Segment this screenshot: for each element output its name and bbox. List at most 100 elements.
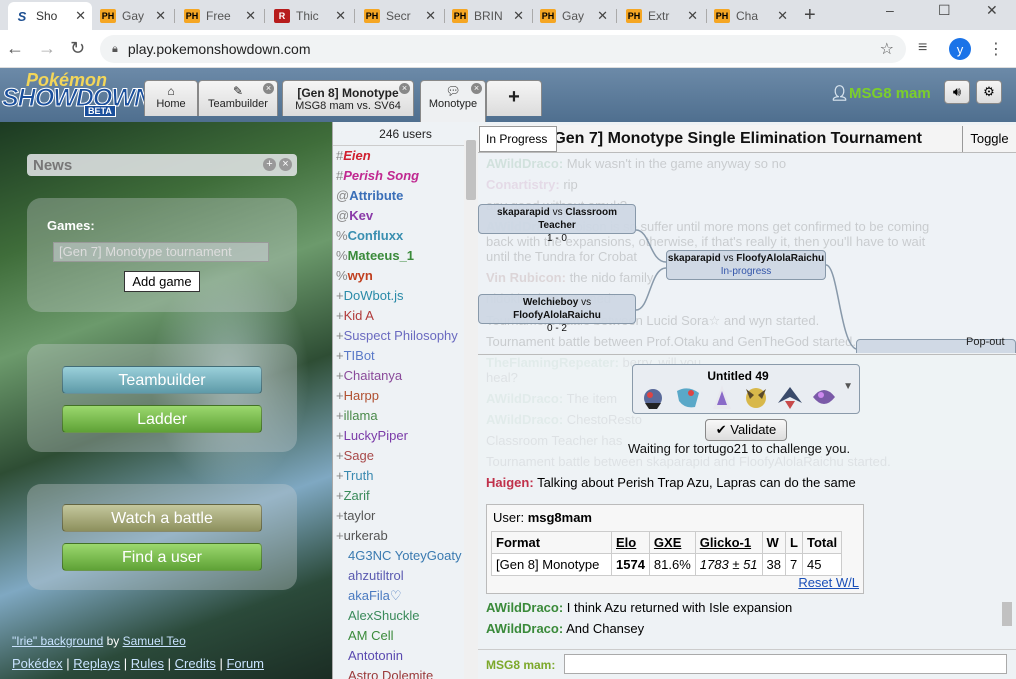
add-tab-button[interactable]: + (486, 80, 542, 116)
browser-tab[interactable]: PH Extr ✕ (620, 2, 704, 30)
profile-avatar[interactable]: y (949, 38, 971, 60)
userlist-scrollbar[interactable] (464, 140, 478, 679)
find-user-button[interactable]: Find a user (62, 543, 262, 571)
user-count[interactable]: 246 users (333, 122, 478, 146)
pokedex-link[interactable]: Pokédex (12, 656, 63, 671)
scrollbar-thumb[interactable] (466, 140, 476, 200)
close-icon[interactable]: ✕ (245, 8, 256, 24)
rules-link[interactable]: Rules (131, 656, 164, 671)
user-list-item[interactable]: %wyn (333, 266, 478, 286)
user-list-item[interactable]: +TIBot (333, 346, 478, 366)
user-list-item[interactable]: ahzutiltrol (333, 566, 478, 586)
teambuilder-button[interactable]: Teambuilder (62, 366, 262, 394)
media-queue-icon[interactable]: ≡ (918, 39, 927, 57)
close-icon[interactable]: ✕ (335, 8, 346, 24)
replays-link[interactable]: Replays (73, 656, 120, 671)
chat-username[interactable]: AWildDraco: (486, 600, 563, 615)
window-close-icon[interactable]: ✕ (986, 2, 998, 19)
browser-tab[interactable]: PH Gay ✕ (534, 2, 614, 30)
team-select[interactable]: Untitled 49 ▼ (632, 364, 860, 414)
chat-username[interactable]: AWildDraco: (486, 621, 563, 636)
user-list-item[interactable]: +Kid A (333, 306, 478, 326)
user-list-item[interactable]: +Chaitanya (333, 366, 478, 386)
browser-tab[interactable]: PH BRIN ✕ (446, 2, 530, 30)
close-icon[interactable]: ✕ (597, 8, 608, 24)
validate-button[interactable]: ✔ Validate (705, 419, 787, 441)
user-list-item[interactable]: AlexShuckle (333, 606, 478, 626)
background-credit-link[interactable]: "Irie" background (12, 634, 103, 648)
new-tab-button[interactable]: + (804, 4, 816, 27)
user-list-item[interactable]: %Mateeus_1 (333, 246, 478, 266)
games-select[interactable]: [Gen 7] Monotype tournament (53, 242, 269, 262)
user-list-item[interactable]: #Eien (333, 146, 478, 166)
minimize-icon[interactable]: – (886, 2, 894, 18)
close-icon[interactable]: ✕ (425, 8, 436, 24)
tab-monotype-room[interactable]: 💬︎ Monotype × (420, 80, 486, 122)
user-list-item[interactable]: akaFila♡ (333, 586, 478, 606)
watch-battle-button[interactable]: Watch a battle (62, 504, 262, 532)
credit-author-link[interactable]: Samuel Teo (123, 634, 186, 648)
credits-link[interactable]: Credits (175, 656, 216, 671)
kebab-menu-icon[interactable]: ⋮ (988, 39, 1004, 59)
browser-tab[interactable]: PH Gay ✕ (94, 2, 172, 30)
user-list-item[interactable]: +Zarif (333, 486, 478, 506)
bracket-match[interactable]: skaparapid vs Classroom Teacher 1 - 0 (478, 204, 636, 244)
bracket-match-current[interactable]: skaparapid vs FloofyAlolaRaichu In-progr… (666, 250, 826, 280)
browser-tab-showdown[interactable]: S Sho ✕ (8, 2, 92, 30)
user-list-item[interactable]: +DoWbot.js (333, 286, 478, 306)
add-game-button[interactable]: Add game (124, 271, 200, 292)
user-list-item[interactable]: +Truth (333, 466, 478, 486)
close-icon[interactable]: × (399, 83, 410, 94)
close-icon[interactable]: ✕ (513, 8, 524, 24)
user-list-item[interactable]: @Kev (333, 206, 478, 226)
tab-battle[interactable]: [Gen 8] Monotype MSG8 mam vs. SV64 × (282, 80, 414, 116)
browser-tab[interactable]: PH Free ✕ (178, 2, 262, 30)
stats-username[interactable]: msg8mam (528, 510, 592, 525)
showdown-logo[interactable]: Pokémon SHOWDOWN! BETA (1, 70, 160, 120)
address-bar[interactable]: 🔒︎ play.pokemonshowdown.com ☆ (100, 35, 906, 63)
plus-icon[interactable]: + (263, 158, 276, 171)
close-icon[interactable]: ✕ (777, 8, 788, 24)
close-icon[interactable]: × (263, 83, 274, 94)
back-arrow-icon[interactable]: ← (6, 38, 24, 59)
user-list-item[interactable]: +urkerab (333, 526, 478, 546)
user-list-item[interactable]: +Suspect Philosophy (333, 326, 478, 346)
user-list-item[interactable]: Astro Dolemite (333, 666, 478, 679)
user-list-item[interactable]: +Harpp (333, 386, 478, 406)
forward-arrow-icon[interactable]: → (38, 38, 56, 59)
ladder-button[interactable]: Ladder (62, 405, 262, 433)
close-icon[interactable]: ✕ (687, 8, 698, 24)
bookmark-star-icon[interactable]: ☆ (880, 39, 894, 59)
close-icon[interactable]: × (471, 83, 482, 94)
user-list-item[interactable]: +LuckyPiper (333, 426, 478, 446)
tab-teambuilder[interactable]: ✎ Teambuilder × (198, 80, 278, 116)
bracket-match[interactable]: Welchieboy vs FloofyAlolaRaichu 0 - 2 (478, 294, 636, 334)
popout-button[interactable]: Pop-out (966, 336, 1005, 348)
browser-tab[interactable]: PH Secr ✕ (358, 2, 442, 30)
scrollbar-thumb[interactable] (1002, 602, 1012, 626)
toggle-button[interactable]: Toggle (962, 126, 1016, 152)
maximize-icon[interactable]: ☐ (938, 2, 951, 19)
settings-button[interactable]: ⚙ (976, 80, 1002, 104)
chat-username[interactable]: Haigen: (486, 475, 534, 490)
browser-tab[interactable]: R Thic ✕ (268, 2, 352, 30)
user-list-item[interactable]: #Perish Song (333, 166, 478, 186)
reset-wl-link[interactable]: Reset W/L (798, 575, 859, 590)
close-icon[interactable]: × (279, 158, 292, 171)
user-list-item[interactable]: +illama (333, 406, 478, 426)
browser-tab[interactable]: PH Cha ✕ (708, 2, 794, 30)
username-button[interactable]: 👤︎MSG8 mam (830, 84, 931, 102)
reload-icon[interactable]: ↻ (70, 38, 85, 59)
sound-button[interactable]: 🔊︎ (944, 80, 970, 104)
user-list-item[interactable]: +taylor (333, 506, 478, 526)
user-list-item[interactable]: @Attribute (333, 186, 478, 206)
tab-home[interactable]: ⌂ Home (144, 80, 198, 116)
user-list-item[interactable]: +Sage (333, 446, 478, 466)
forum-link[interactable]: Forum (226, 656, 264, 671)
close-icon[interactable]: ✕ (75, 8, 86, 24)
user-list-item[interactable]: Antotonin (333, 646, 478, 666)
tab-in-progress[interactable]: In Progress (479, 126, 557, 152)
chat-message-input[interactable] (564, 654, 1007, 674)
close-icon[interactable]: ✕ (155, 8, 166, 24)
user-list-item[interactable]: AM Cell (333, 626, 478, 646)
